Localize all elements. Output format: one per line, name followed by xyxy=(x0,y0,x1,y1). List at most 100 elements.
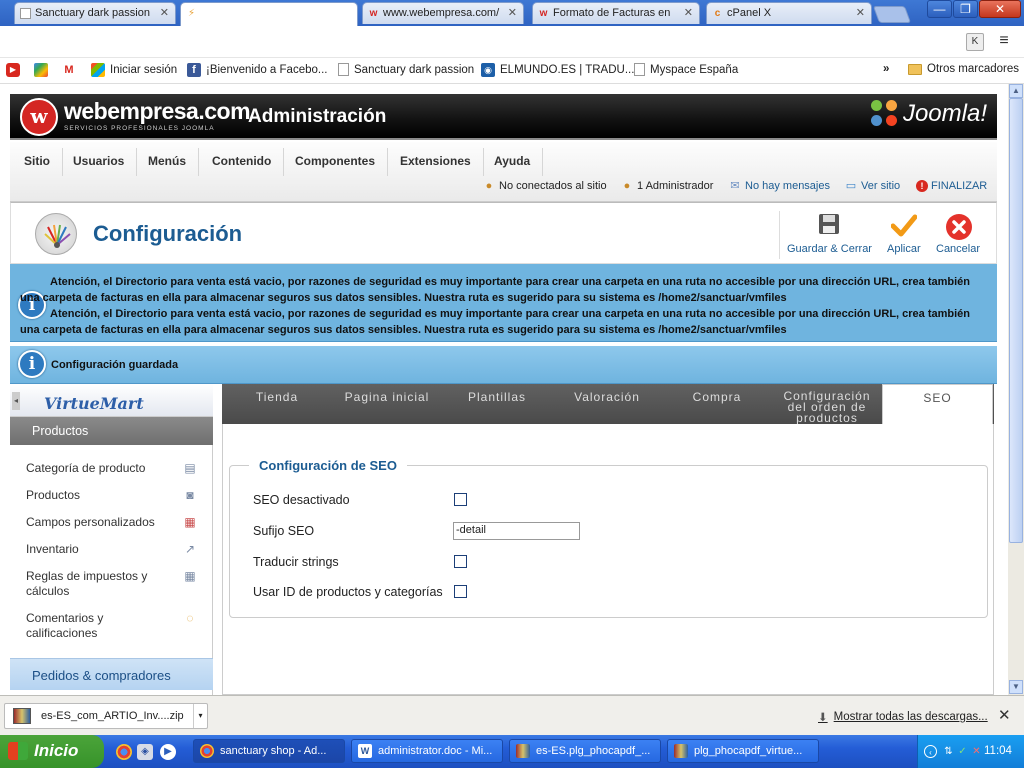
sidebar-item-categoria[interactable]: Categoría de producto ▤ xyxy=(26,461,213,476)
new-tab-button[interactable] xyxy=(872,6,912,23)
messages-link[interactable]: ✉ No hay mensajes xyxy=(728,180,830,192)
tab-compra[interactable]: Compra xyxy=(662,384,772,424)
taskbar-item-word[interactable]: W administrator.doc - Mi... xyxy=(351,739,503,763)
other-bookmarks-folder[interactable]: Otros marcadores xyxy=(908,63,1019,75)
menu-ayuda[interactable]: Ayuda xyxy=(482,148,544,176)
sidebar-item-label: Productos xyxy=(26,488,81,502)
sidebar-section-productos[interactable]: Productos xyxy=(10,417,213,445)
network-icon[interactable]: ⇅ xyxy=(942,745,955,758)
tab-tienda[interactable]: Tienda xyxy=(222,384,332,424)
translate-strings-checkbox[interactable] xyxy=(454,555,467,568)
menu-sitio[interactable]: Sitio xyxy=(12,148,63,176)
explorer-quicklaunch-icon[interactable]: ◈ xyxy=(137,744,153,760)
restore-button[interactable]: ❐ xyxy=(953,0,978,18)
bookmark-google[interactable] xyxy=(34,63,48,77)
close-tab-icon[interactable]: ✕ xyxy=(856,6,865,19)
browser-tab[interactable]: Sanctuary dark passion ✕ xyxy=(14,2,176,24)
scroll-up-arrow-icon[interactable]: ▲ xyxy=(1009,84,1023,98)
sidebar-item-productos[interactable]: Productos ◙ xyxy=(26,488,213,503)
menu-contenido[interactable]: Contenido xyxy=(200,148,285,176)
menu-usuarios[interactable]: Usuarios xyxy=(61,148,138,176)
taskbar-item-label: plg_phocapdf_virtue... xyxy=(694,745,803,757)
show-all-downloads-label: Mostrar todas las descargas... xyxy=(833,711,988,723)
windows-live-icon xyxy=(91,63,105,77)
start-label: Inicio xyxy=(34,741,79,760)
tray-expand-icon[interactable]: ‹ xyxy=(924,745,937,758)
media-player-quicklaunch-icon[interactable]: ▶ xyxy=(160,744,176,760)
word-icon: W xyxy=(358,744,372,758)
start-button[interactable]: Inicio xyxy=(0,735,104,768)
download-item[interactable]: es-ES_com_ARTIO_Inv....zip ▾ xyxy=(4,703,208,729)
browser-tab[interactable]: w www.webempresa.com/ ✕ xyxy=(362,2,524,24)
scrollbar-thumb[interactable] xyxy=(1009,98,1023,543)
sidebar-item-inventario[interactable]: Inventario ↗ xyxy=(26,542,213,557)
download-filename: es-ES_com_ARTIO_Inv....zip xyxy=(41,710,184,722)
bookmark-label: Sanctuary dark passion xyxy=(354,63,475,76)
tab-seo[interactable]: SEO xyxy=(882,384,993,424)
scroll-down-arrow-icon[interactable]: ▼ xyxy=(1009,680,1023,694)
close-tab-icon[interactable]: ✕ xyxy=(160,6,169,19)
apply-label: Aplicar xyxy=(887,243,921,255)
page-scrollbar[interactable]: ▲ ▼ xyxy=(1008,84,1024,695)
bookmark-facebook[interactable]: f ¡Bienvenido a Facebo... xyxy=(187,63,327,77)
taskbar-item-winrar-2[interactable]: plg_phocapdf_virtue... xyxy=(667,739,819,763)
save-close-button[interactable]: Guardar & Cerrar xyxy=(787,213,872,255)
minimize-button[interactable]: — xyxy=(927,0,952,18)
mail-icon: ✉ xyxy=(730,180,740,192)
tab-orden-productos[interactable]: Configuración del orden de productos xyxy=(772,384,882,424)
seo-disabled-label: SEO desactivado xyxy=(253,493,350,507)
sidebar-section-pedidos[interactable]: Pedidos & compradores xyxy=(10,658,213,690)
bookmark-myspace[interactable]: Myspace España xyxy=(634,63,738,76)
sidebar-item-comentarios[interactable]: Comentarios y calificaciones xyxy=(26,611,146,641)
admin-user-icon: ● xyxy=(623,180,631,192)
sidebar-item-impuestos[interactable]: Reglas de impuestos y cálculos xyxy=(26,569,166,599)
tab-plantillas[interactable]: Plantillas xyxy=(442,384,552,424)
bookmark-gmail[interactable]: M xyxy=(62,63,76,77)
cpanel-icon: c xyxy=(714,8,721,19)
bookmark-sanctuary[interactable]: Sanctuary dark passion xyxy=(338,63,474,76)
tab-title: cPanel X xyxy=(727,7,772,19)
seo-legend: Configuración de SEO xyxy=(249,458,407,473)
taskbar-item-chrome[interactable]: sanctuary shop - Ad... xyxy=(193,739,345,763)
menu-componentes[interactable]: Componentes xyxy=(283,148,389,176)
chrome-quicklaunch-icon[interactable] xyxy=(116,744,132,760)
close-download-shelf-icon[interactable]: ✕ xyxy=(998,706,1011,724)
seo-suffix-input[interactable]: -detail xyxy=(453,522,580,540)
cancel-label: Cancelar xyxy=(936,243,981,255)
wrench-menu-icon[interactable]: ≡ xyxy=(995,33,1013,51)
use-ids-checkbox[interactable] xyxy=(454,585,467,598)
collapse-sidebar-arrow-icon[interactable]: ◂ xyxy=(12,392,20,410)
browser-tab[interactable]: w Formato de Facturas en ✕ xyxy=(532,2,700,24)
warning-message-1: Atención, el Directorio para venta está … xyxy=(20,276,971,304)
bookmark-youtube[interactable]: ▶ xyxy=(6,63,20,77)
apply-button[interactable]: Aplicar xyxy=(887,213,921,255)
security-icon[interactable]: ✓ xyxy=(956,745,969,758)
close-window-button[interactable]: ✕ xyxy=(979,0,1021,18)
extension-icon[interactable]: K xyxy=(966,33,984,51)
view-site-link[interactable]: ▭ Ver sitio xyxy=(844,180,900,192)
sidebar-item-campos[interactable]: Campos personalizados ▦ xyxy=(26,515,213,530)
bookmarks-overflow-chevron[interactable]: » xyxy=(883,63,889,75)
menu-menus[interactable]: Menús xyxy=(136,148,200,176)
security-alert-icon[interactable]: ✕ xyxy=(970,745,983,758)
tab-valoracion[interactable]: Valoración xyxy=(552,384,662,424)
browser-tab[interactable]: c cPanel X ✕ xyxy=(706,2,872,24)
close-tab-icon[interactable]: ✕ xyxy=(508,6,517,19)
bookmark-elmundo[interactable]: ◉ ELMUNDO.ES | TRADU... xyxy=(481,63,634,77)
joomla-logo: Joomla! xyxy=(870,100,987,128)
taskbar-item-winrar-1[interactable]: es-ES.plg_phocapdf_... xyxy=(509,739,661,763)
sidebar-item-label: Categoría de producto xyxy=(26,461,146,475)
youtube-icon: ▶ xyxy=(6,63,20,77)
cancel-button[interactable]: Cancelar xyxy=(936,213,980,255)
browser-tab-active[interactable]: ⚡ xyxy=(180,2,358,26)
seo-disabled-checkbox[interactable] xyxy=(454,493,467,506)
logout-label: FINALIZAR xyxy=(931,180,988,192)
tab-pagina-inicial[interactable]: Pagina inicial xyxy=(332,384,442,424)
download-menu-chevron-icon[interactable]: ▾ xyxy=(193,704,207,728)
admin-menu-bar: Sitio Usuarios Menús Contenido Component… xyxy=(10,142,997,202)
logout-link[interactable]: ! FINALIZAR xyxy=(916,180,987,192)
menu-extensiones[interactable]: Extensiones xyxy=(388,148,484,176)
close-tab-icon[interactable]: ✕ xyxy=(684,6,693,19)
bookmark-iniciar-sesion[interactable]: Iniciar sesión xyxy=(91,63,177,77)
show-all-downloads-link[interactable]: ⬇ Mostrar todas las descargas... xyxy=(818,710,988,724)
